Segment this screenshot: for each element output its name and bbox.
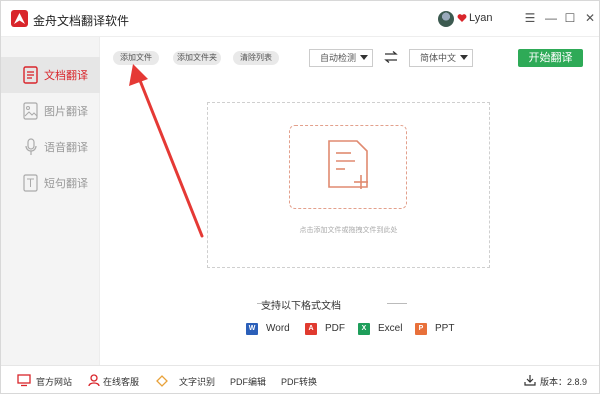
source-language-select[interactable]: 自动检测: [309, 49, 373, 67]
pdf-convert-label: PDF转换: [281, 377, 318, 387]
document-icon: [23, 66, 38, 84]
drop-hint: 点击添加文件或拖拽文件到此处: [299, 227, 398, 234]
swap-languages-icon[interactable]: [384, 51, 398, 63]
format-label: Excel: [378, 323, 403, 334]
format-label: Word: [266, 323, 290, 334]
maximize-button[interactable]: ☐: [561, 9, 579, 27]
official-website-link[interactable]: 官方网站: [17, 374, 73, 388]
source-language-value: 自动检测: [320, 53, 357, 63]
online-support-link[interactable]: 在线客服: [87, 374, 143, 388]
divider: [257, 303, 277, 304]
sidebar-item-label: 短句翻译: [44, 178, 88, 190]
monitor-icon: [17, 374, 31, 387]
download-icon: [524, 375, 536, 386]
sidebar-item-document-translate[interactable]: 文档翻译: [1, 57, 100, 93]
microphone-icon: [25, 138, 37, 155]
app-title: 金舟文档翻译软件: [33, 14, 130, 28]
chevron-down-icon: [360, 55, 368, 60]
minimize-button[interactable]: —: [542, 9, 560, 27]
version-label: 版本：2.8.9: [540, 377, 588, 387]
ocr-label: 文字识别: [179, 377, 216, 387]
chevron-down-icon: [460, 55, 468, 60]
target-language-value: 简体中文: [420, 53, 457, 63]
start-translate-button[interactable]: 开始翻译: [518, 49, 583, 67]
clear-list-button[interactable]: 清除列表: [233, 51, 279, 65]
title-bar: 金舟文档翻译软件 Lyan ☰ — ☐ ✕: [1, 1, 599, 37]
divider: [387, 303, 407, 304]
ppt-icon: P: [415, 323, 427, 335]
pdf-icon: A: [305, 323, 317, 335]
word-icon: W: [246, 323, 258, 335]
add-document-icon: [328, 140, 368, 189]
status-bar: 官方网站 在线客服 文字识别 PDF编辑 PDF转换 版本：2.8.9: [1, 365, 599, 393]
official-website-label: 官方网站: [36, 377, 73, 387]
target-language-select[interactable]: 简体中文: [409, 49, 473, 67]
username[interactable]: Lyan: [469, 12, 492, 24]
online-support-label: 在线客服: [103, 377, 140, 387]
support-agent-icon: [88, 374, 100, 387]
version-info[interactable]: 版本：2.8.9: [523, 374, 591, 388]
ocr-link[interactable]: 文字识别: [155, 374, 216, 388]
pdf-convert-link[interactable]: PDF转换: [281, 374, 317, 388]
formats-title: 支持以下格式文档: [1, 297, 600, 312]
pdf-edit-link[interactable]: PDF编辑: [230, 374, 266, 388]
ocr-icon: [156, 375, 168, 387]
format-label: PPT: [435, 323, 455, 334]
menu-button[interactable]: ☰: [521, 9, 539, 27]
sidebar-item-image-translate[interactable]: 图片翻译: [1, 93, 100, 129]
add-file-button[interactable]: 添加文件: [113, 51, 159, 65]
user-avatar[interactable]: [438, 11, 454, 27]
sidebar-item-label: 文档翻译: [44, 70, 88, 82]
text-icon: [23, 174, 38, 192]
add-folder-button[interactable]: 添加文件夹: [173, 51, 221, 65]
close-button[interactable]: ✕: [581, 9, 599, 27]
format-label: PDF: [325, 323, 345, 334]
pdf-edit-label: PDF编辑: [230, 377, 267, 387]
app-window: 金舟文档翻译软件 Lyan ☰ — ☐ ✕ 文档翻译 图片翻译 语音翻译 短句翻…: [0, 0, 600, 394]
sidebar-item-label: 图片翻译: [44, 106, 88, 118]
app-logo-icon: [11, 10, 28, 27]
sidebar: 文档翻译 图片翻译 语音翻译 短句翻译: [1, 37, 100, 365]
sidebar-item-voice-translate[interactable]: 语音翻译: [1, 129, 100, 165]
vip-heart-icon: [457, 14, 467, 22]
excel-icon: X: [358, 323, 370, 335]
image-icon: [23, 102, 38, 120]
sidebar-item-label: 语音翻译: [44, 142, 88, 154]
sidebar-item-sentence-translate[interactable]: 短句翻译: [1, 165, 100, 201]
